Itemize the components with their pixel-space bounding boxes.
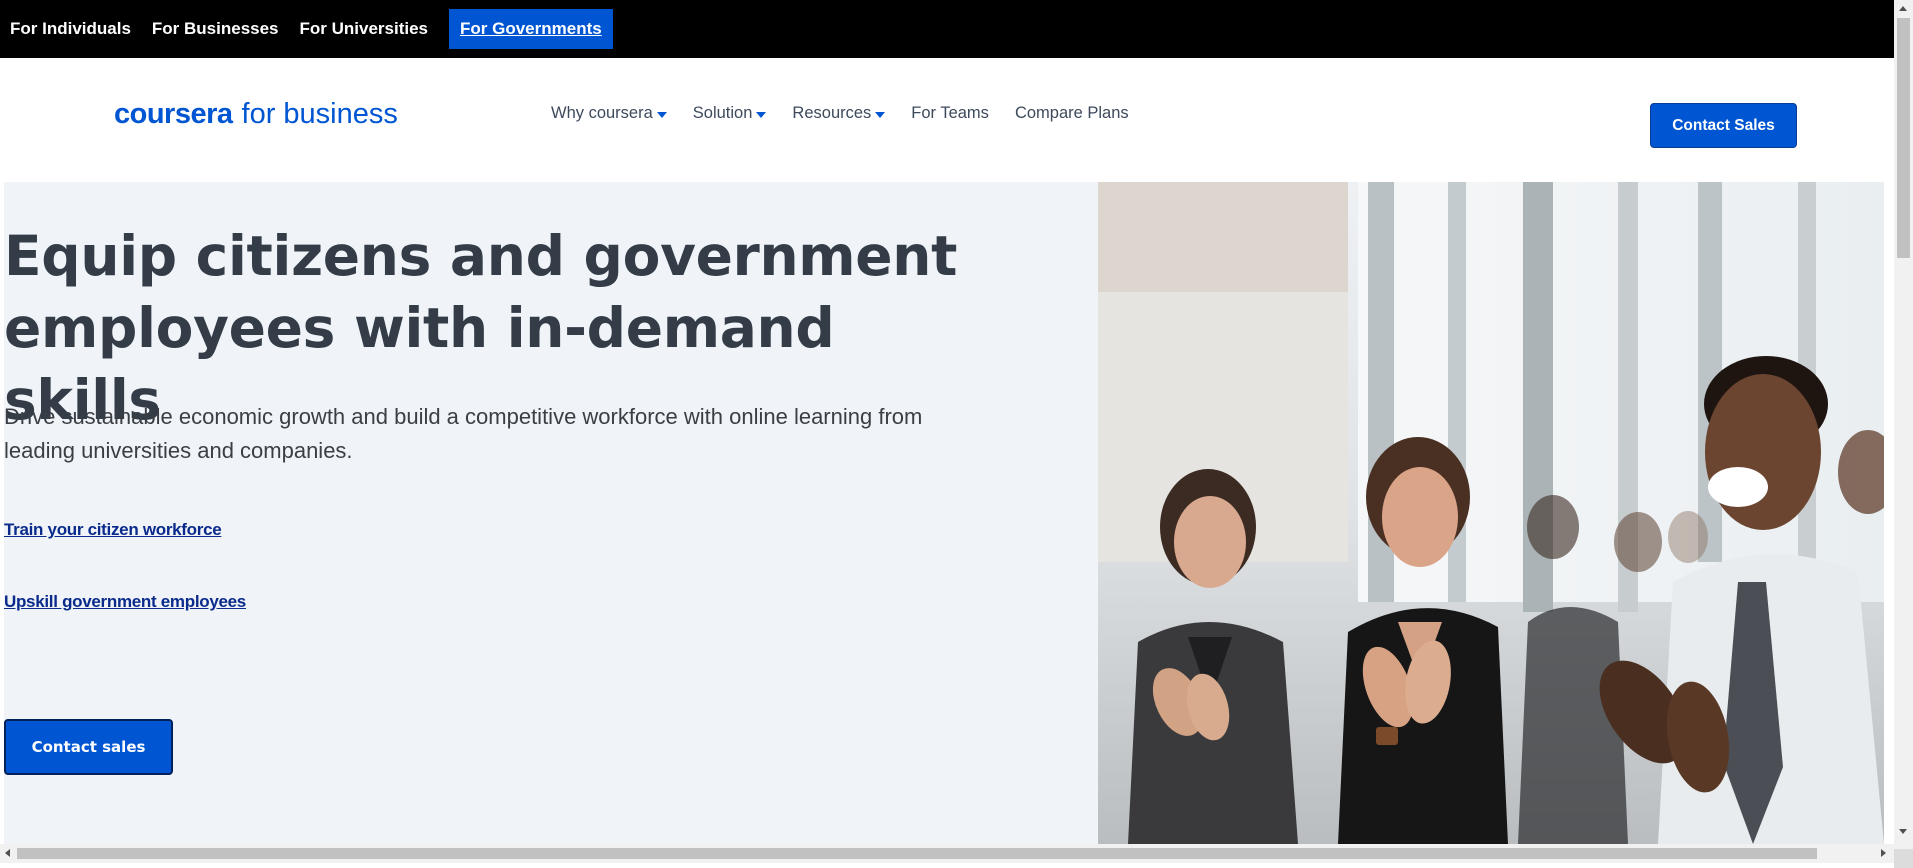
nav-compare-plans-label: Compare Plans — [1014, 104, 1129, 122]
nav-for-teams-label: For Teams — [911, 104, 989, 122]
caret-down-icon — [875, 111, 886, 118]
scroll-right-arrow-icon[interactable] — [1881, 849, 1886, 857]
hero-photo-audience-clapping — [1098, 182, 1884, 844]
audience-link-governments[interactable]: For Governments — [449, 9, 613, 49]
nav-compare-plans[interactable]: Compare Plans — [1015, 104, 1129, 123]
vertical-scrollbar[interactable] — [1894, 0, 1913, 849]
nav-for-teams[interactable]: For Teams — [911, 104, 989, 123]
nav-resources[interactable]: Resources — [792, 104, 886, 123]
upskill-government-employees-link[interactable]: Upskill government employees — [4, 592, 246, 612]
scroll-down-arrow-icon[interactable] — [1899, 829, 1907, 834]
nav-why-coursera[interactable]: Why coursera — [551, 104, 667, 123]
train-citizen-workforce-link[interactable]: Train your citizen workforce — [4, 520, 222, 540]
hero-description: Drive sustainable economic growth and bu… — [4, 404, 923, 463]
audience-link-businesses[interactable]: For Businesses — [152, 11, 279, 47]
contact-sales-hero-button[interactable]: Contact sales — [4, 719, 173, 775]
scrollbar-corner — [1894, 849, 1913, 868]
logo-brand: coursera — [114, 98, 233, 130]
horizontal-scrollbar-thumb[interactable] — [17, 848, 1817, 859]
site-header: coursera for business Why coursera Solut… — [0, 58, 1894, 182]
nav-why-coursera-label: Why coursera — [551, 104, 653, 122]
horizontal-scrollbar[interactable] — [0, 844, 1894, 863]
scroll-left-arrow-icon[interactable] — [5, 849, 10, 857]
main-nav: Why coursera Solution Resources For Team… — [551, 104, 1155, 123]
nav-resources-label: Resources — [792, 104, 872, 122]
audience-link-individuals[interactable]: For Individuals — [10, 11, 131, 47]
contact-sales-header-button[interactable]: Contact Sales — [1650, 103, 1797, 148]
hero-section: Equip citizens and government employees … — [4, 182, 1884, 844]
audience-bar: For Individuals For Businesses For Unive… — [0, 0, 1894, 58]
nav-solution[interactable]: Solution — [693, 104, 767, 123]
coursera-for-business-logo[interactable]: coursera for business — [114, 98, 398, 131]
scroll-up-arrow-icon[interactable] — [1899, 6, 1907, 11]
caret-down-icon — [756, 111, 767, 118]
logo-subtitle: for business — [241, 98, 398, 130]
vertical-scrollbar-thumb[interactable] — [1897, 18, 1910, 258]
bottom-edge — [0, 863, 1894, 868]
audience-link-universities[interactable]: For Universities — [300, 11, 429, 47]
caret-down-icon — [656, 111, 667, 118]
nav-solution-label: Solution — [692, 104, 753, 122]
